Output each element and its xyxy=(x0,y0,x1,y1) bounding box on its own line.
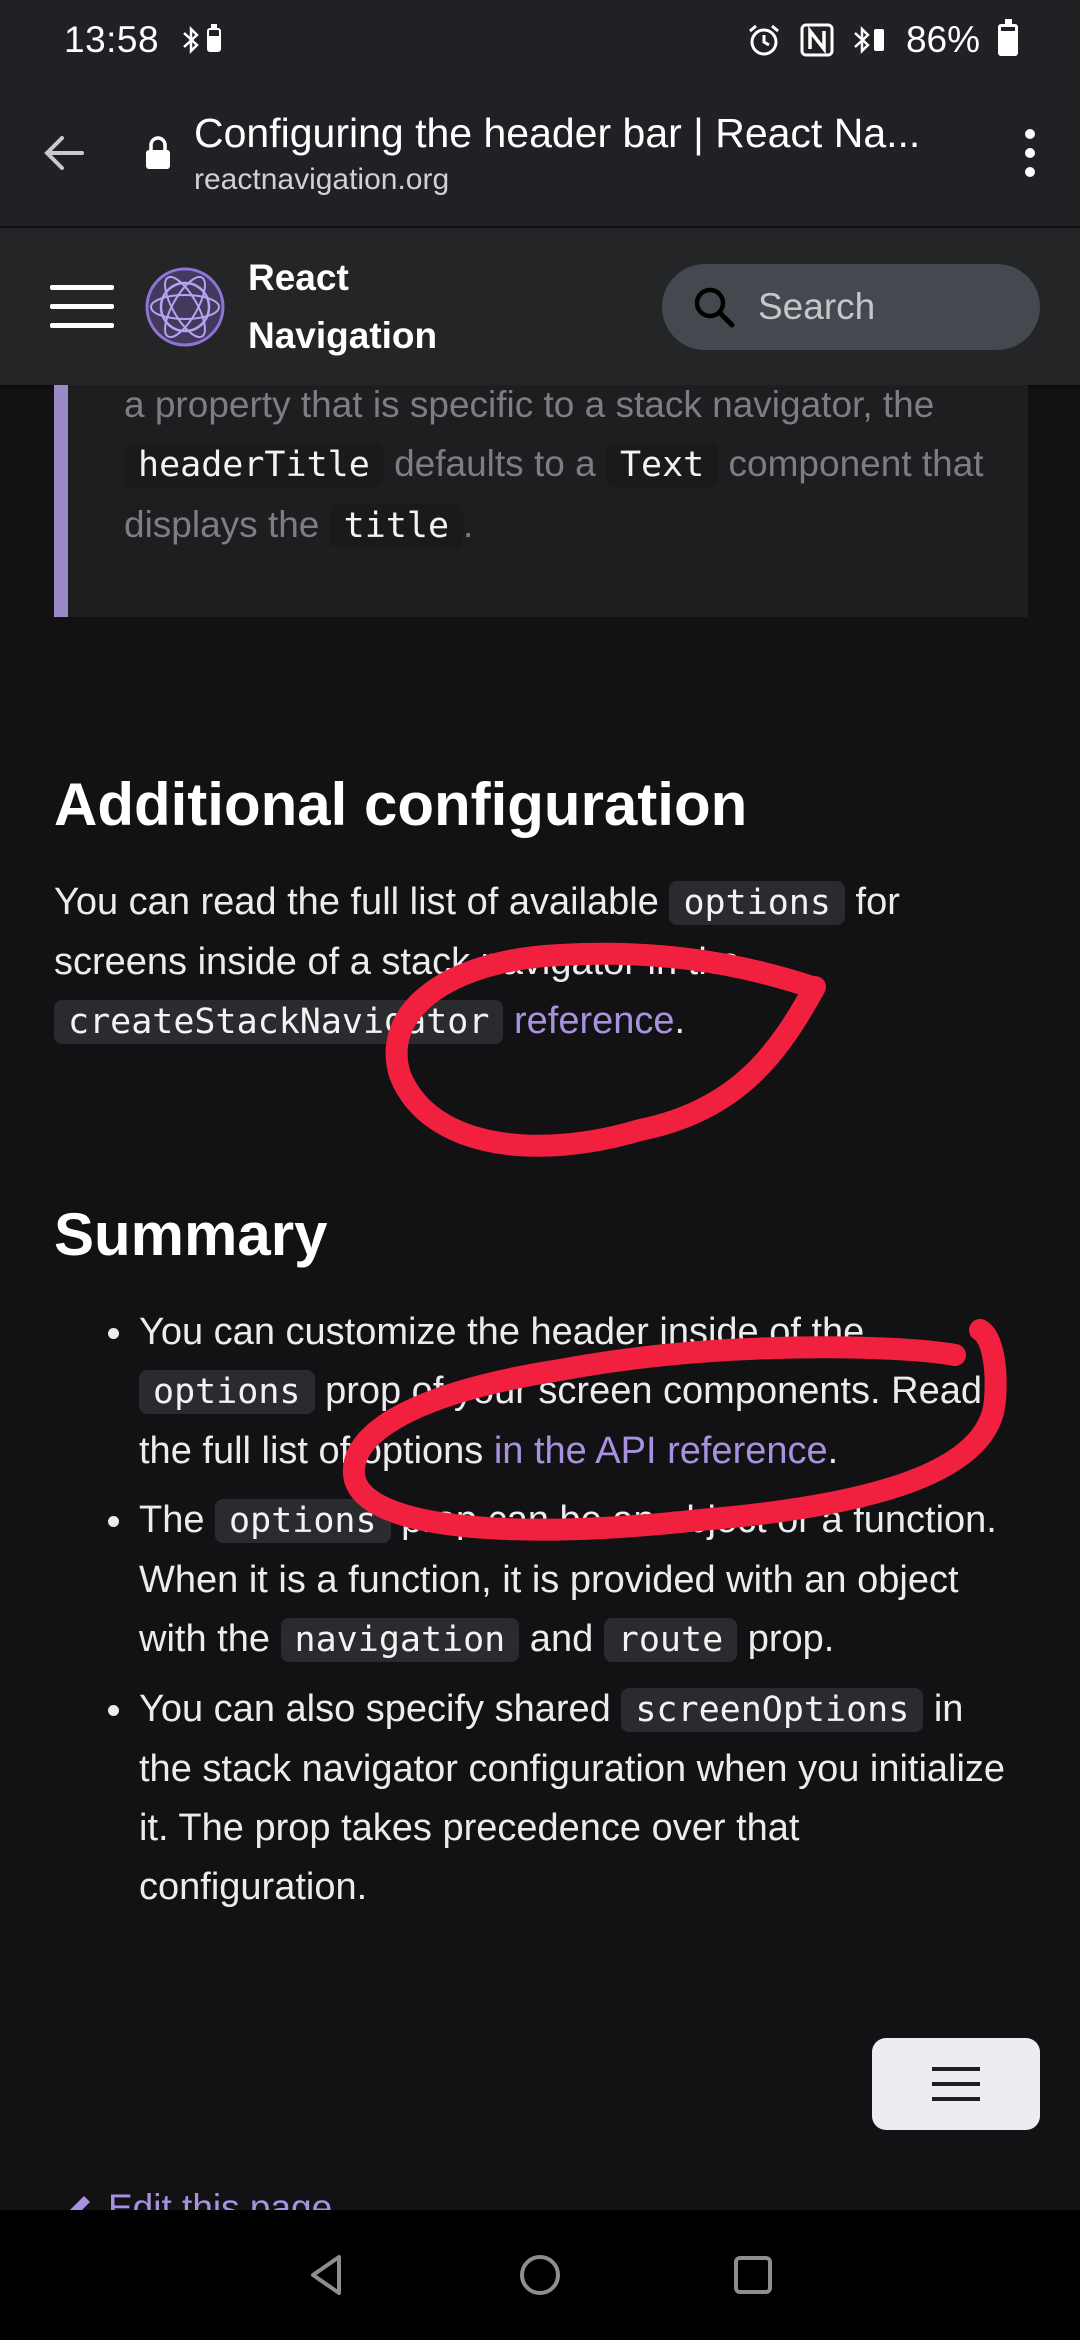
menu-dot xyxy=(1025,129,1035,139)
menu-line xyxy=(50,285,114,290)
para-text-3 xyxy=(503,1000,514,1042)
alarm-icon xyxy=(748,24,779,56)
list-item: You can customize the header inside of t… xyxy=(54,1303,1024,1481)
menu-dot xyxy=(1025,167,1035,177)
bullet-2-text-4: prop. xyxy=(737,1618,835,1660)
toc-line xyxy=(932,2082,980,2086)
bullet-3-text-1: You can also specify shared xyxy=(139,1688,622,1730)
pencil-icon xyxy=(70,2196,90,2210)
battery-percent: 86% xyxy=(905,19,980,60)
status-time: 13:58 xyxy=(64,19,160,60)
edit-page-link[interactable]: Edit this page xyxy=(60,2187,332,2210)
table-of-contents-button[interactable] xyxy=(872,2038,1040,2130)
status-right-icons: 86% xyxy=(746,19,1018,61)
code-text: Text xyxy=(605,443,719,487)
heading-additional-configuration: Additional configuration xyxy=(54,771,748,838)
brand-line-1: React xyxy=(248,256,349,298)
callout-text-1: a property that is specific to a stack n… xyxy=(124,385,935,425)
heading-summary: Summary xyxy=(54,1201,328,1268)
callout-text-2: defaults to a xyxy=(383,443,606,484)
bullet-2-text-1: The xyxy=(139,1499,216,1541)
url-bar[interactable]: Configuring the header bar | React Na...… xyxy=(194,110,980,197)
status-left-icons xyxy=(181,24,222,56)
callout-text: a property that is specific to a stack n… xyxy=(124,385,1024,556)
bullet-1-text-3: . xyxy=(827,1430,839,1472)
back-button[interactable] xyxy=(0,80,130,226)
code-createStackNavigator: createStackNavigator xyxy=(54,1000,504,1044)
code-headerTitle: headerTitle xyxy=(124,443,384,487)
menu-line xyxy=(50,304,114,309)
search-input[interactable]: Search xyxy=(662,263,1040,350)
search-placeholder: Search xyxy=(758,285,876,327)
code-route: route xyxy=(603,1618,738,1662)
site-navbar: React Navigation Search xyxy=(0,228,1080,385)
hamburger-menu-button[interactable] xyxy=(50,285,114,328)
brand-line-2: Navigation xyxy=(248,314,438,356)
headset-battery-icon xyxy=(207,24,222,52)
list-item: You can also specify shared screenOption… xyxy=(54,1680,1024,1917)
domain-text: reactnavigation.org xyxy=(194,162,450,196)
summary-list: You can customize the header inside of t… xyxy=(54,1303,1024,1927)
doc-content: a property that is specific to a stack n… xyxy=(0,385,1080,2210)
status-bar: 13:58 86% xyxy=(0,0,1080,80)
nav-back-icon[interactable] xyxy=(305,2253,349,2297)
code-screenOptions: screenOptions xyxy=(621,1688,924,1732)
code-options: options xyxy=(215,1499,391,1543)
code-options: options xyxy=(669,881,845,925)
list-item: The options prop can be an object or a f… xyxy=(54,1491,1024,1670)
bluetooth-icon xyxy=(183,25,199,55)
menu-line xyxy=(50,323,114,328)
toc-line xyxy=(932,2097,980,2101)
code-title: title xyxy=(329,504,464,548)
bluetooth-icon xyxy=(854,25,884,55)
toc-line xyxy=(932,2067,980,2071)
arrow-back-icon xyxy=(44,136,84,170)
android-navigation-bar xyxy=(0,2210,1080,2340)
bullet-1-text-1: You can customize the header inside of t… xyxy=(139,1311,865,1353)
bullet-2-text-3: and xyxy=(519,1618,604,1660)
brand-name[interactable]: React Navigation xyxy=(248,249,437,365)
nav-home-icon[interactable] xyxy=(518,2253,562,2297)
para-text-4: . xyxy=(674,1000,686,1042)
lock-icon[interactable] xyxy=(144,135,172,171)
api-reference-link[interactable]: in the API reference xyxy=(494,1430,828,1472)
code-options: options xyxy=(139,1370,315,1414)
browser-toolbar: Configuring the header bar | React Na...… xyxy=(0,80,1080,228)
menu-dot xyxy=(1025,148,1035,158)
search-icon xyxy=(694,287,735,327)
battery-icon xyxy=(998,19,1018,56)
nfc-icon xyxy=(800,23,834,57)
para-text-1: You can read the full list of available xyxy=(54,881,670,923)
callout-text-4: . xyxy=(463,504,474,545)
additional-config-paragraph: You can read the full list of available … xyxy=(54,873,994,1052)
react-navigation-logo[interactable] xyxy=(144,266,226,348)
code-navigation: navigation xyxy=(280,1618,520,1662)
edit-page-label: Edit this page xyxy=(108,2187,333,2210)
reference-link[interactable]: reference xyxy=(514,1000,675,1042)
nav-recents-icon[interactable] xyxy=(731,2253,775,2297)
page-title: Configuring the header bar | React Na... xyxy=(194,109,921,156)
overflow-menu-button[interactable] xyxy=(980,80,1080,226)
note-callout: a property that is specific to a stack n… xyxy=(54,385,1028,617)
